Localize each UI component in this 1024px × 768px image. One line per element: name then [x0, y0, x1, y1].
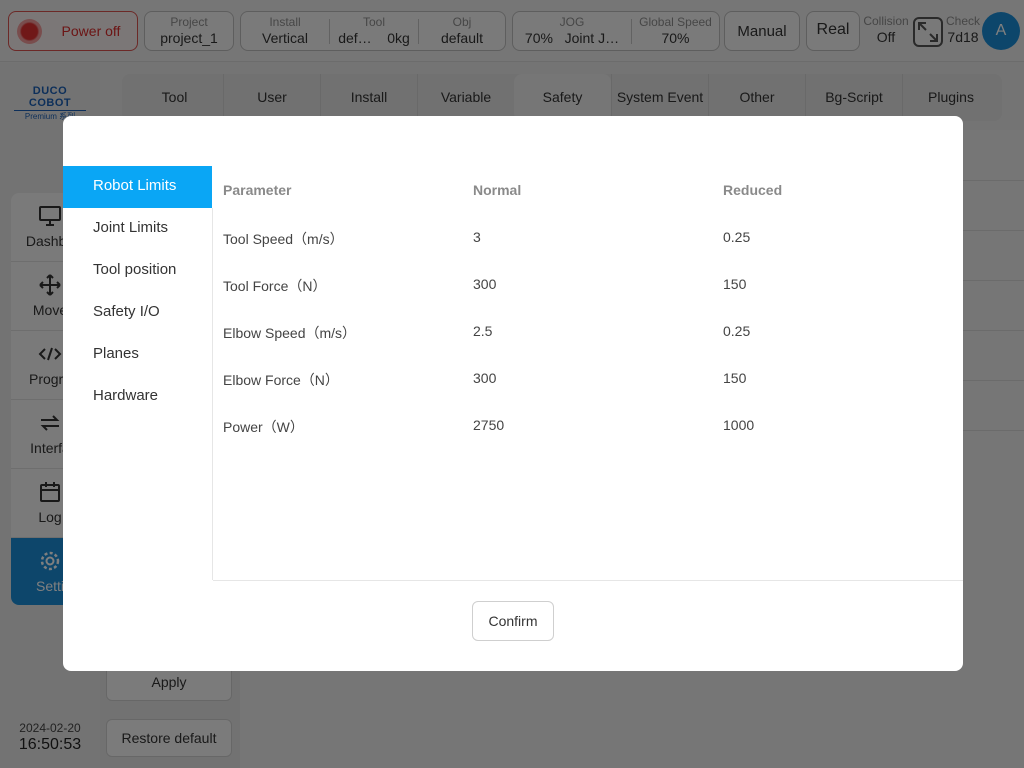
menu-item-safety-io[interactable]: Safety I/O: [63, 292, 212, 334]
param-name: Elbow Speed（m/s）: [223, 325, 357, 341]
normal-value: 300: [473, 370, 497, 386]
normal-value: 2.5: [473, 323, 493, 339]
limits-menu: Robot Limits Joint Limits Tool position …: [63, 166, 212, 418]
reduced-value: 150: [723, 276, 747, 292]
limits-table: Parameter Normal Reduced Tool Speed（m/s）…: [223, 166, 963, 448]
confirm-button[interactable]: Confirm: [472, 601, 554, 641]
robot-limits-dialog: Robot Limits Joint Limits Tool position …: [63, 116, 963, 671]
table-row: Power（W） 2750 1000: [223, 401, 963, 448]
reduced-value: 1000: [723, 417, 755, 433]
menu-divider: [212, 208, 213, 580]
param-name: Tool Force（N）: [223, 278, 327, 294]
table-row: Elbow Speed（m/s） 2.5 0.25: [223, 307, 963, 354]
table-row: Tool Force（N） 300 150: [223, 260, 963, 307]
reduced-value: 0.25: [723, 323, 751, 339]
footer-divider: [213, 580, 963, 581]
menu-item-planes[interactable]: Planes: [63, 334, 212, 376]
menu-item-joint-limits[interactable]: Joint Limits: [63, 208, 212, 250]
table-row: Tool Speed（m/s） 3 0.25: [223, 213, 963, 260]
reduced-value: 0.25: [723, 229, 751, 245]
menu-item-tool-position[interactable]: Tool position: [63, 250, 212, 292]
param-name: Tool Speed（m/s）: [223, 231, 344, 247]
table-header: Parameter Normal Reduced: [223, 166, 963, 213]
table-row: Elbow Force（N） 300 150: [223, 354, 963, 401]
reduced-value: 150: [723, 370, 747, 386]
menu-item-robot-limits[interactable]: Robot Limits: [63, 166, 212, 208]
header-normal: Normal: [473, 182, 522, 198]
menu-item-hardware[interactable]: Hardware: [63, 376, 212, 418]
normal-value: 2750: [473, 417, 505, 433]
header-parameter: Parameter: [223, 182, 292, 198]
param-name: Power（W）: [223, 419, 304, 435]
normal-value: 3: [473, 229, 481, 245]
normal-value: 300: [473, 276, 497, 292]
param-name: Elbow Force（N）: [223, 372, 339, 388]
header-reduced: Reduced: [723, 182, 783, 198]
